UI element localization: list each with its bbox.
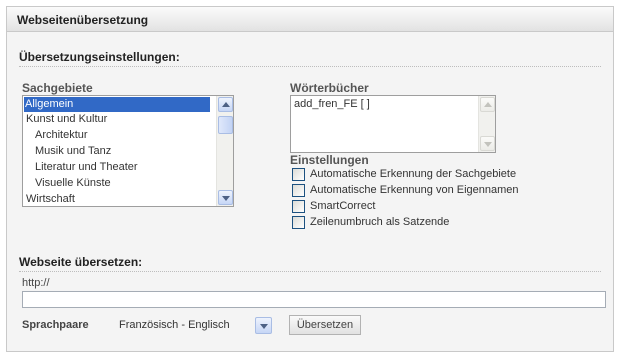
option-label: Automatische Erkennung der Sachgebiete — [310, 168, 517, 180]
language-pair-label: Sprachpaare — [22, 319, 89, 331]
chevron-up-icon[interactable] — [480, 97, 495, 112]
dictionaries-listbox[interactable]: add_fren_FE [ ] — [290, 95, 496, 153]
panel-header: Webseitenübersetzung — [7, 7, 613, 32]
subject-areas-scrollbar[interactable] — [216, 96, 233, 206]
smartcorrect-checkbox[interactable] — [292, 200, 305, 213]
subject-area-item[interactable]: Allgemein — [24, 97, 210, 112]
subject-areas-label: Sachgebiete — [22, 81, 93, 95]
language-pair-value: Französisch - Englisch — [119, 319, 230, 331]
translate-divider — [19, 271, 601, 272]
translate-section-title: Webseite übersetzen: — [19, 255, 143, 269]
subject-area-item[interactable]: Architektur — [24, 128, 88, 143]
dictionaries-scrollbar[interactable] — [478, 96, 495, 152]
scrollbar-thumb[interactable] — [218, 116, 233, 134]
dictionaries-label: Wörterbücher — [290, 81, 369, 95]
linebreak-checkbox[interactable] — [292, 216, 305, 229]
auto-subject-checkbox[interactable] — [292, 168, 305, 181]
subject-area-item[interactable]: Visuelle Künste — [24, 176, 111, 191]
chevron-down-icon[interactable] — [218, 190, 233, 205]
chevron-down-icon[interactable] — [255, 317, 272, 334]
option-label: Automatische Erkennung von Eigennamen — [310, 184, 519, 196]
chevron-up-icon[interactable] — [218, 97, 233, 112]
subject-area-item[interactable]: Musik und Tanz — [24, 144, 111, 159]
option-label: Zeilenumbruch als Satzende — [310, 216, 450, 228]
dictionary-item[interactable]: add_fren_FE [ ] — [292, 97, 370, 112]
subject-area-item[interactable]: Kunst und Kultur — [24, 112, 107, 127]
chevron-down-icon[interactable] — [480, 136, 495, 151]
translate-button[interactable]: Übersetzen — [289, 315, 361, 335]
url-input[interactable] — [22, 291, 606, 308]
option-label: SmartCorrect — [310, 200, 376, 212]
subject-area-item[interactable]: Wirtschaft — [24, 192, 75, 206]
translation-panel: Webseitenübersetzung Übersetzungseinstel… — [6, 6, 614, 352]
subject-area-item[interactable]: Literatur und Theater — [24, 160, 138, 175]
panel-title: Webseitenübersetzung — [17, 13, 149, 27]
url-label: http:// — [22, 277, 50, 289]
options-label: Einstellungen — [290, 153, 369, 167]
auto-names-checkbox[interactable] — [292, 184, 305, 197]
settings-section-title: Übersetzungseinstellungen: — [19, 50, 180, 64]
subject-areas-listbox[interactable]: Allgemein Kunst und Kultur Architektur M… — [22, 95, 234, 207]
settings-divider — [19, 66, 601, 67]
